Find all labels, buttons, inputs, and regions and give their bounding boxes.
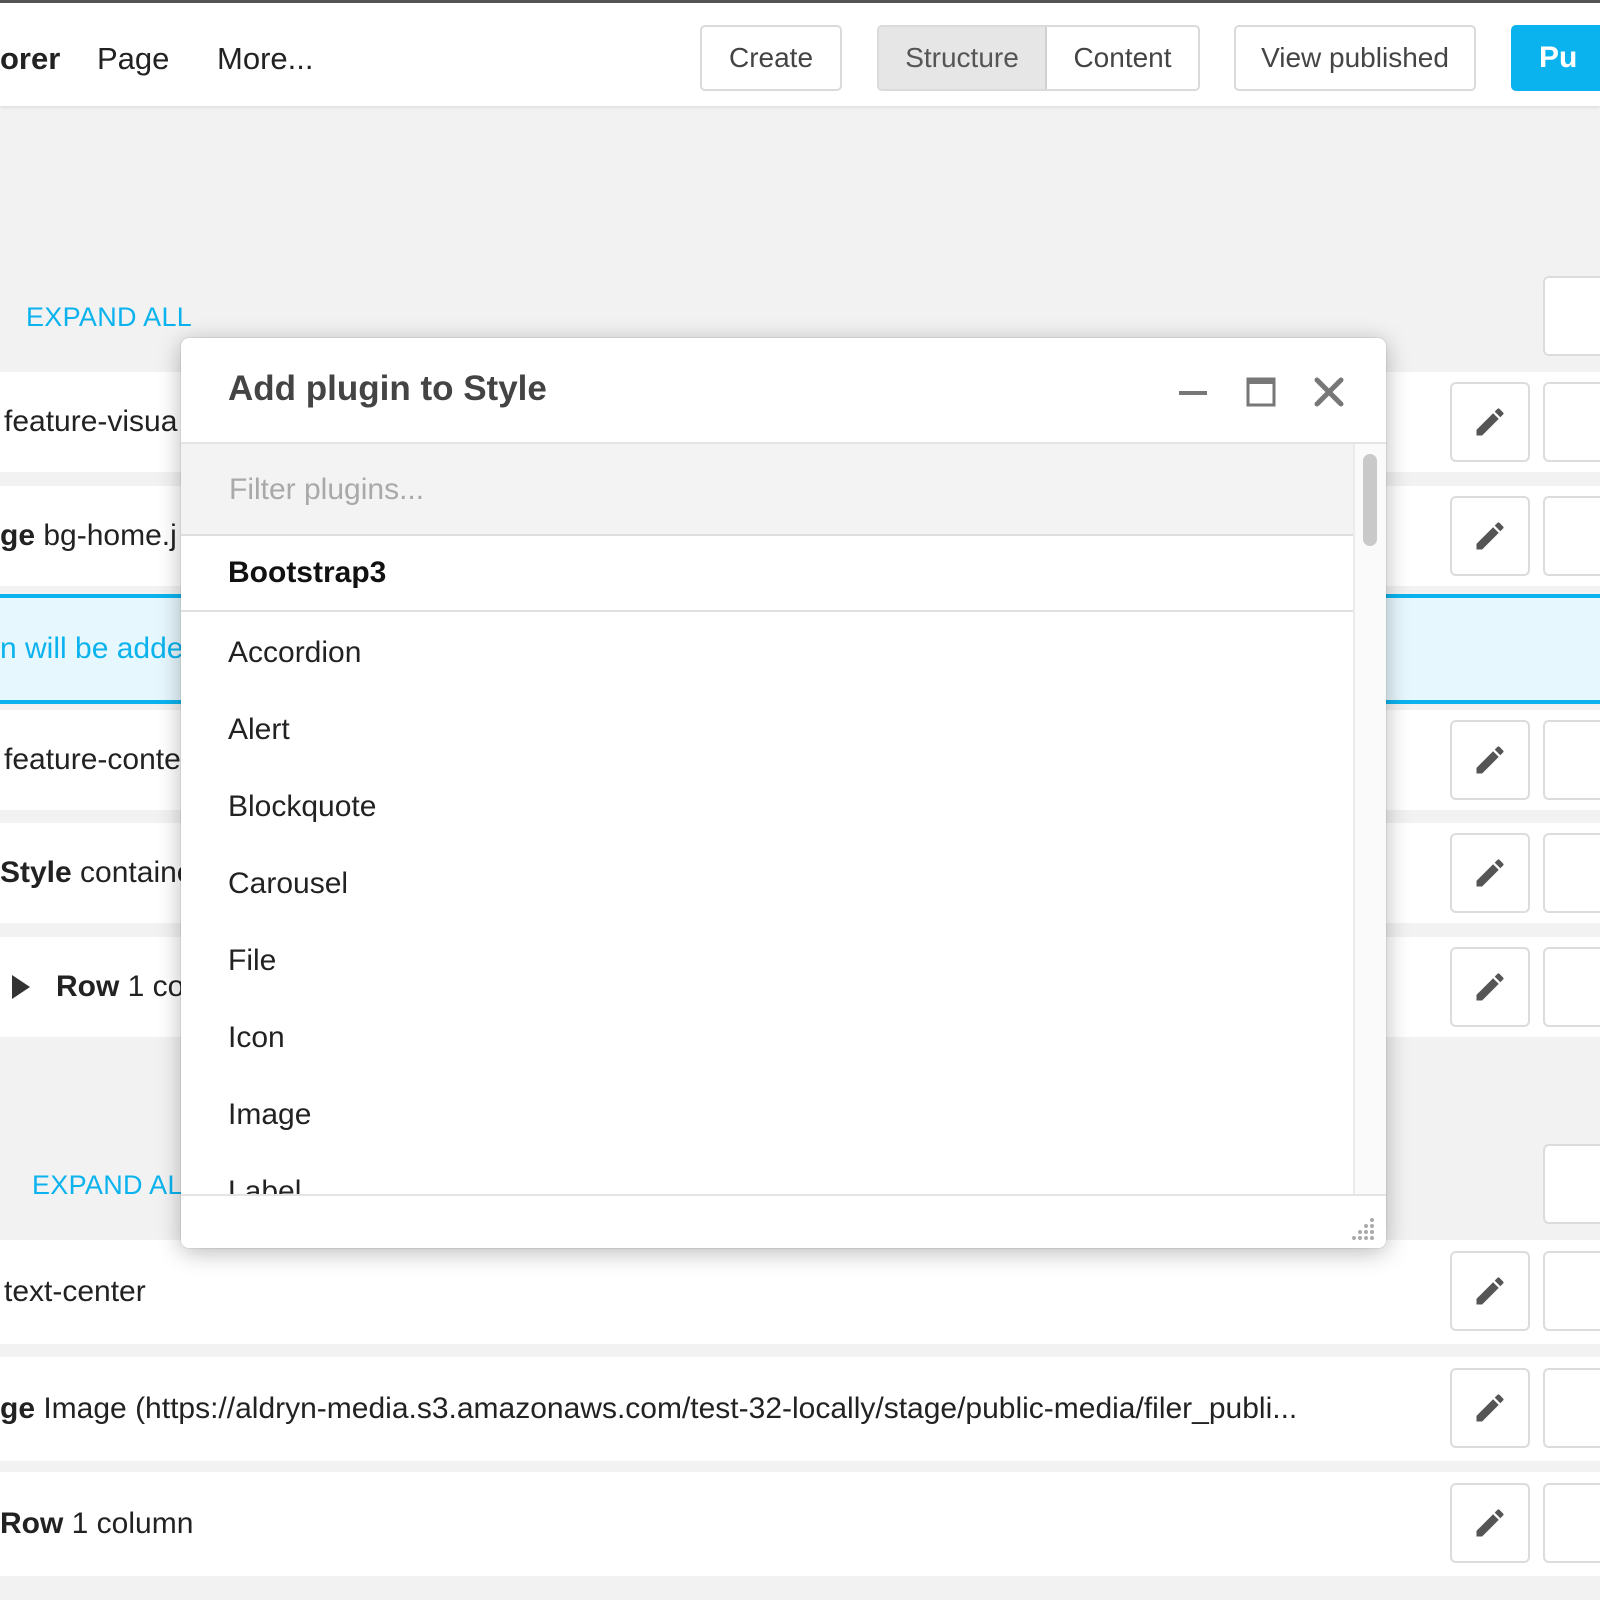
menu-item-more[interactable]: More... [217, 41, 313, 77]
structure-row[interactable]: ge Image (https://aldryn-media.s3.amazon… [0, 1357, 1600, 1461]
edit-plugin-button[interactable] [1450, 1251, 1530, 1331]
plugin-item-file[interactable]: File [181, 922, 1353, 999]
resize-grip-icon[interactable] [1350, 1214, 1378, 1242]
add-plugin-modal: Add plugin to Style Bootstrap3 Accordion… [181, 338, 1386, 1248]
scrollbar-thumb[interactable] [1363, 454, 1377, 546]
plugin-list-scrollbar[interactable] [1353, 444, 1386, 1196]
plugin-item-label[interactable]: Label [181, 1153, 1353, 1197]
structure-row[interactable]: text-center [0, 1240, 1600, 1344]
plugin-list-container: Bootstrap3 Accordion Alert Blockquote Ca… [181, 444, 1353, 1196]
side-action-button[interactable] [1543, 276, 1600, 356]
minimize-icon[interactable] [1173, 372, 1213, 412]
side-action-button[interactable] [1543, 1251, 1600, 1331]
publish-button[interactable]: Pu [1511, 25, 1600, 91]
modal-footer [181, 1194, 1386, 1248]
edit-plugin-button[interactable] [1450, 720, 1530, 800]
edit-plugin-button[interactable] [1450, 833, 1530, 913]
pencil-icon [1476, 746, 1504, 774]
side-action-button[interactable] [1543, 496, 1600, 576]
side-action-button[interactable] [1543, 947, 1600, 1027]
edit-plugin-button[interactable] [1450, 1483, 1530, 1563]
pencil-icon [1476, 1277, 1504, 1305]
edit-plugin-button[interactable] [1450, 1368, 1530, 1448]
pencil-icon [1476, 522, 1504, 550]
side-action-button[interactable] [1543, 1483, 1600, 1563]
menu-item-page[interactable]: Page [97, 41, 169, 77]
side-action-button[interactable] [1543, 720, 1600, 800]
view-published-button[interactable]: View published [1234, 25, 1476, 91]
structure-row[interactable]: Row 1 column [0, 1472, 1600, 1576]
side-action-button[interactable] [1543, 382, 1600, 462]
content-mode-button[interactable]: Content [1047, 27, 1198, 89]
triangle-right-icon[interactable] [12, 975, 30, 999]
pencil-icon [1476, 408, 1504, 436]
pencil-icon [1476, 859, 1504, 887]
edit-plugin-button[interactable] [1450, 496, 1530, 576]
pencil-icon [1476, 973, 1504, 1001]
plugin-item-icon[interactable]: Icon [181, 999, 1353, 1076]
section-title-label: Bootstrap3 [228, 556, 387, 589]
modal-header[interactable]: Add plugin to Style [181, 338, 1386, 444]
expand-all-link[interactable]: EXPAND AL [32, 1170, 183, 1201]
side-action-button[interactable] [1543, 1144, 1600, 1224]
expand-all-link[interactable]: EXPAND ALL [26, 302, 192, 333]
maximize-icon[interactable] [1241, 372, 1281, 412]
edit-plugin-button[interactable] [1450, 382, 1530, 462]
plugin-item-image[interactable]: Image [181, 1076, 1353, 1153]
edit-plugin-button[interactable] [1450, 947, 1530, 1027]
create-button[interactable]: Create [700, 25, 842, 91]
side-action-button[interactable] [1543, 833, 1600, 913]
structure-mode-button[interactable]: Structure [879, 27, 1047, 89]
menu-item-explorer[interactable]: orer [0, 41, 60, 77]
close-icon[interactable] [1309, 372, 1349, 412]
plugin-item-carousel[interactable]: Carousel [181, 845, 1353, 922]
plugin-item-accordion[interactable]: Accordion [181, 614, 1353, 691]
plugin-item-blockquote[interactable]: Blockquote [181, 768, 1353, 845]
filter-plugins-input[interactable] [227, 466, 1131, 514]
view-mode-toggle: Structure Content [877, 25, 1200, 91]
plugin-section-header: Bootstrap3 [181, 536, 1353, 612]
pencil-icon [1476, 1394, 1504, 1422]
filter-bar [181, 444, 1353, 536]
side-action-button[interactable] [1543, 1368, 1600, 1448]
plugin-item-alert[interactable]: Alert [181, 691, 1353, 768]
pencil-icon [1476, 1509, 1504, 1537]
cms-toolbar: orer Page More... Create Structure Conte… [0, 0, 1600, 106]
modal-title: Add plugin to Style [228, 369, 547, 408]
